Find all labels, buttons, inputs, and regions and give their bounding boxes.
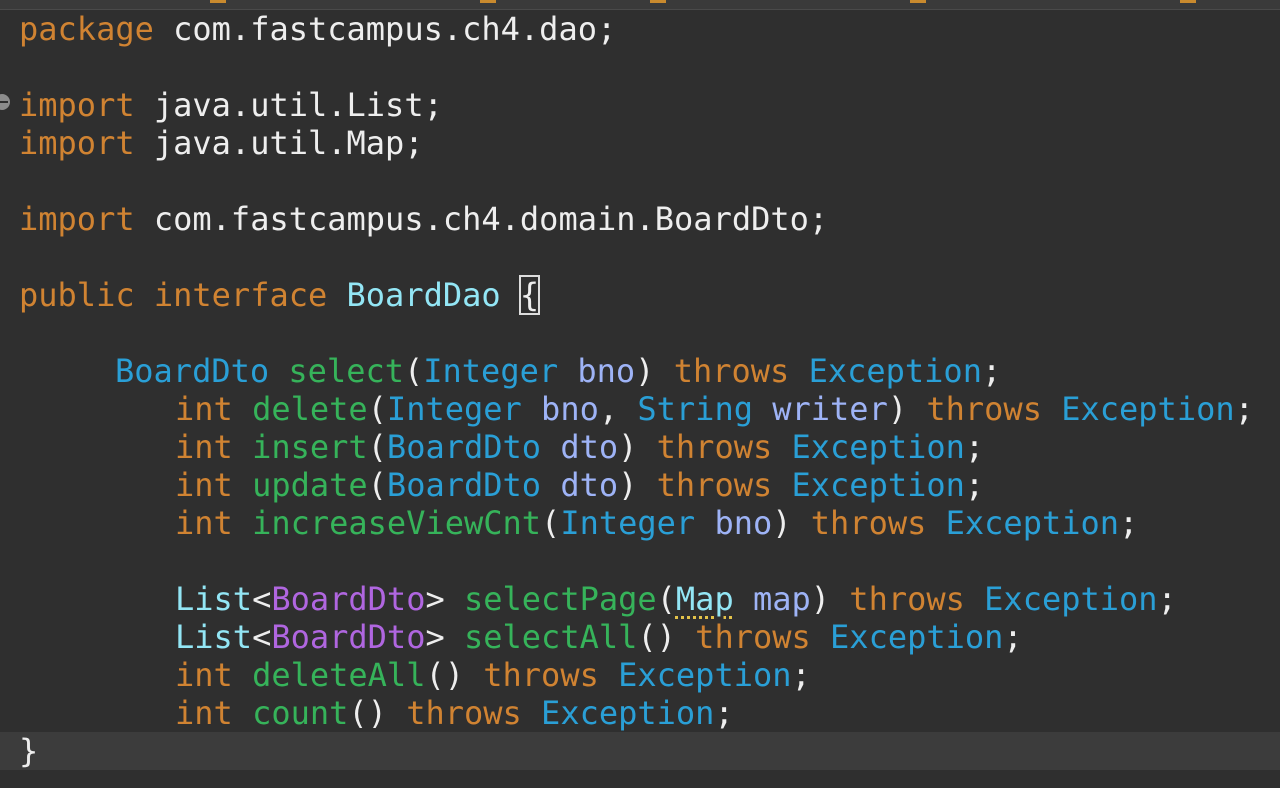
param-type: Integer [560, 504, 696, 542]
method-name: selectAll [463, 618, 638, 656]
import-path: java.util.Map; [134, 124, 424, 162]
param-name: map [752, 580, 811, 618]
tab-marker [480, 0, 496, 3]
open-brace-match: { [518, 275, 541, 315]
exception-type: Exception [984, 580, 1158, 618]
exception-type: Exception [791, 428, 965, 466]
code-line-method-delete[interactable]: int delete(Integer bno, String writer) t… [175, 390, 1254, 428]
method-name: increaseViewCnt [252, 504, 542, 542]
code-line-import[interactable]: import com.fastcampus.ch4.domain.BoardDt… [19, 200, 828, 238]
keyword-interface: interface [153, 276, 328, 314]
exception-type: Exception [808, 352, 982, 390]
keyword-throws: throws [406, 694, 522, 732]
param-type-warning[interactable]: Map [676, 580, 734, 618]
keyword-throws: throws [849, 580, 965, 618]
method-name: selectPage [463, 580, 657, 618]
import-path: java.util.List; [134, 86, 443, 124]
code-line-interface-decl[interactable]: public interface BoardDao { [19, 275, 541, 315]
package-name: com.fastcampus.ch4.dao; [153, 10, 617, 48]
code-line-import[interactable]: import java.util.List; [19, 86, 443, 124]
import-path: com.fastcampus.ch4.domain.BoardDto; [134, 200, 829, 238]
method-name: insert [252, 428, 368, 466]
return-type: int [175, 428, 233, 466]
keyword-throws: throws [695, 618, 811, 656]
param-name: bno [541, 390, 599, 428]
keyword-throws: throws [656, 466, 773, 504]
code-line-method-update[interactable]: int update(BoardDto dto) throws Exceptio… [175, 466, 984, 504]
exception-type: Exception [541, 694, 715, 732]
param-name: writer [772, 390, 888, 428]
code-line-method-insert[interactable]: int insert(BoardDto dto) throws Exceptio… [175, 428, 984, 466]
param-type: BoardDto [386, 428, 542, 466]
interface-name: BoardDao [346, 276, 501, 314]
exception-type: Exception [830, 618, 1004, 656]
param-type: Integer [423, 352, 559, 390]
code-line-method-select-page[interactable]: List<BoardDto> selectPage(Map map) throw… [175, 580, 1177, 618]
keyword-import: import [19, 200, 135, 238]
return-type: int [175, 390, 233, 428]
method-name: deleteAll [252, 656, 426, 694]
code-line-method-select[interactable]: BoardDto select(Integer bno) throws Exce… [115, 352, 1001, 390]
tab-marker [210, 0, 226, 3]
method-name: select [288, 352, 404, 390]
keyword-package: package [19, 10, 154, 48]
param-name: bno [714, 504, 773, 542]
return-type: List [175, 580, 253, 618]
method-name: count [252, 694, 349, 732]
keyword-import: import [19, 124, 135, 162]
tab-marker [1180, 0, 1196, 3]
param-type: Integer [386, 390, 522, 428]
code-line-import[interactable]: import java.util.Map; [19, 124, 424, 162]
code-line-package[interactable]: package com.fastcampus.ch4.dao; [19, 10, 616, 48]
param-name: dto [560, 428, 619, 466]
tab-marker [650, 0, 666, 3]
keyword-public: public [19, 276, 135, 314]
code-line-method-increase-view-cnt[interactable]: int increaseViewCnt(Integer bno) throws … [175, 504, 1138, 542]
code-line-method-count[interactable]: int count() throws Exception; [175, 694, 734, 732]
return-type: BoardDto [115, 352, 270, 390]
param-name: dto [560, 466, 619, 504]
return-type: int [175, 656, 233, 694]
generic-type: BoardDto [271, 580, 426, 618]
keyword-import: import [19, 86, 135, 124]
code-line-method-delete-all[interactable]: int deleteAll() throws Exception; [175, 656, 811, 694]
code-editor[interactable]: package com.fastcampus.ch4.dao; import j… [0, 0, 1280, 788]
code-line-close-brace[interactable]: } [0, 732, 1280, 770]
keyword-throws: throws [810, 504, 927, 542]
exception-type: Exception [1061, 390, 1235, 428]
param-name: bno [577, 352, 636, 390]
method-name: delete [252, 390, 368, 428]
generic-type: BoardDto [271, 618, 426, 656]
param-type: BoardDto [386, 466, 542, 504]
keyword-throws: throws [483, 656, 599, 694]
keyword-throws: throws [656, 428, 773, 466]
fold-collapse-icon[interactable] [0, 94, 10, 110]
keyword-throws: throws [673, 352, 790, 390]
method-name: update [252, 466, 368, 504]
exception-type: Exception [618, 656, 792, 694]
return-type: List [175, 618, 253, 656]
tab-marker [910, 0, 926, 3]
return-type: int [175, 694, 233, 732]
exception-type: Exception [791, 466, 965, 504]
param-type: String [637, 390, 753, 428]
close-brace: } [19, 732, 39, 770]
exception-type: Exception [945, 504, 1120, 542]
editor-tab-strip [0, 0, 1280, 10]
code-line-method-select-all[interactable]: List<BoardDto> selectAll() throws Except… [175, 618, 1023, 656]
return-type: int [175, 504, 233, 542]
keyword-throws: throws [926, 390, 1042, 428]
return-type: int [175, 466, 233, 504]
